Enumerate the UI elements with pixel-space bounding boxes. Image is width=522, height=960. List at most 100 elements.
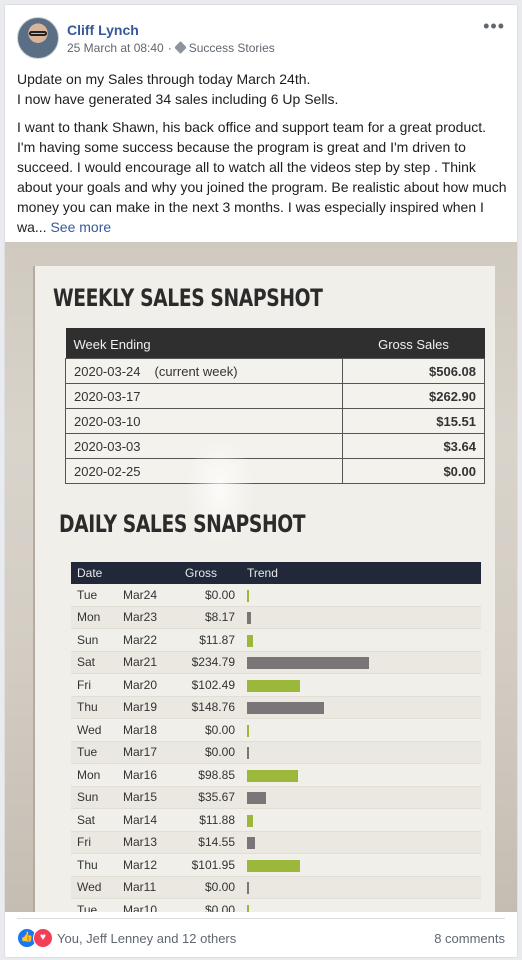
daily-trend-cell	[241, 741, 481, 764]
weekly-week-date: 2020-03-24	[74, 363, 141, 379]
reactions-names[interactable]: You, Jeff Lenney and 12 others	[57, 931, 236, 946]
daily-trend-cell	[241, 606, 481, 629]
weekly-amount-cell: $15.51	[342, 408, 485, 434]
weekly-header-row: Week Ending Gross Sales	[65, 328, 485, 359]
daily-trend-bar	[247, 679, 300, 692]
post-paragraph-2: I want to thank Shawn, his back office a…	[17, 117, 507, 237]
daily-row: Sun Mar15 $35.67	[71, 786, 481, 809]
photographed-screen: WEEKLY SALES SNAPSHOT Week Ending Gross …	[33, 266, 495, 912]
weekly-week-cell: 2020-02-25	[65, 458, 343, 484]
weekly-col-gross: Gross Sales	[342, 328, 485, 359]
daily-gross-cell: $102.49	[179, 673, 241, 697]
daily-date-cell: Mar14	[117, 808, 179, 832]
daily-trend-bar	[247, 882, 249, 895]
daily-gross-cell: $0.00	[179, 898, 241, 912]
post-line-2: I now have generated 34 sales including …	[17, 91, 339, 107]
daily-date-cell: Mar10	[117, 898, 179, 912]
daily-day-cell: Sat	[71, 808, 117, 832]
daily-day-cell: Tue	[71, 898, 117, 912]
post-photo[interactable]: WEEKLY SALES SNAPSHOT Week Ending Gross …	[5, 242, 517, 912]
daily-row: Sat Mar14 $11.88	[71, 808, 481, 832]
daily-trend-bar	[247, 634, 253, 647]
daily-trend-bar	[247, 769, 298, 782]
daily-trend-bar	[247, 702, 324, 715]
daily-gross-cell: $8.17	[179, 606, 241, 629]
daily-trend-cell	[241, 584, 481, 607]
weekly-amount-cell: $0.00	[342, 458, 485, 484]
tag-icon	[173, 41, 187, 54]
daily-day-cell: Fri	[71, 831, 117, 854]
daily-trend-cell	[241, 853, 481, 877]
daily-day-cell: Sun	[71, 628, 117, 652]
reactions-summary[interactable]: 👍 ♥ You, Jeff Lenney and 12 others	[17, 928, 236, 948]
daily-gross-cell: $0.00	[179, 741, 241, 764]
daily-day-cell: Tue	[71, 584, 117, 607]
comments-count[interactable]: 8 comments	[434, 931, 505, 946]
weekly-row: 2020-03-10 $15.51	[65, 408, 485, 434]
weekly-snapshot-title: WEEKLY SALES SNAPSHOT	[53, 284, 323, 312]
daily-gross-cell: $0.00	[179, 718, 241, 742]
daily-date-cell: Mar17	[117, 741, 179, 764]
daily-gross-cell: $98.85	[179, 763, 241, 787]
daily-day-cell: Thu	[71, 696, 117, 719]
daily-row: Sat Mar21 $234.79	[71, 651, 481, 674]
daily-sales-table: Date Gross Trend Tue Mar24 $0.00 Mon Mar23 $8…	[71, 562, 481, 912]
daily-date-cell: Mar19	[117, 696, 179, 719]
daily-gross-cell: $234.79	[179, 651, 241, 674]
weekly-week-cell: 2020-03-24 (current week)	[65, 358, 343, 384]
post-topic-link[interactable]: Success Stories	[189, 41, 275, 55]
weekly-week-cell: 2020-03-10	[65, 408, 343, 434]
author-avatar[interactable]	[17, 17, 59, 59]
daily-row: Tue Mar17 $0.00	[71, 741, 481, 764]
daily-day-cell: Wed	[71, 876, 117, 899]
weekly-amount-cell: $3.64	[342, 433, 485, 459]
daily-date-cell: Mar13	[117, 831, 179, 854]
weekly-row: 2020-03-17 $262.90	[65, 383, 485, 409]
daily-trend-cell	[241, 763, 481, 787]
daily-date-cell: Mar18	[117, 718, 179, 742]
daily-trend-cell	[241, 651, 481, 674]
author-name[interactable]: Cliff Lynch	[67, 22, 139, 38]
daily-row: Wed Mar18 $0.00	[71, 718, 481, 742]
daily-day-cell: Sun	[71, 786, 117, 809]
daily-date-cell: Mar23	[117, 606, 179, 629]
weekly-week-date: 2020-03-17	[74, 388, 141, 404]
weekly-week-note: (current week)	[154, 363, 238, 379]
daily-trend-cell	[241, 718, 481, 742]
daily-gross-cell: $35.67	[179, 786, 241, 809]
daily-date-cell: Mar21	[117, 651, 179, 674]
daily-trend-bar	[247, 589, 249, 602]
see-more-link[interactable]: See more	[50, 219, 111, 235]
daily-gross-cell: $101.95	[179, 853, 241, 877]
daily-col-trend: Trend	[241, 562, 481, 584]
daily-row: Fri Mar20 $102.49	[71, 673, 481, 697]
daily-row: Wed Mar11 $0.00	[71, 876, 481, 899]
daily-row: Mon Mar16 $98.85	[71, 763, 481, 787]
daily-trend-cell	[241, 898, 481, 912]
meta-separator: ·	[167, 41, 172, 55]
daily-date-cell: Mar16	[117, 763, 179, 787]
daily-trend-bar	[247, 814, 253, 827]
daily-date-cell: Mar24	[117, 584, 179, 607]
daily-row: Tue Mar10 $0.00	[71, 898, 481, 912]
daily-day-cell: Sat	[71, 651, 117, 674]
post-timestamp[interactable]: 25 March at 08:40	[67, 41, 164, 55]
daily-row: Thu Mar19 $148.76	[71, 696, 481, 719]
daily-gross-cell: $148.76	[179, 696, 241, 719]
weekly-row: 2020-02-25 $0.00	[65, 458, 485, 484]
post-text: Update on my Sales through today March 2…	[17, 69, 507, 245]
weekly-amount-cell: $262.90	[342, 383, 485, 409]
daily-day-cell: Tue	[71, 741, 117, 764]
daily-day-cell: Mon	[71, 763, 117, 787]
more-options-button[interactable]: •••	[483, 17, 505, 35]
daily-trend-bar	[247, 657, 369, 670]
daily-date-cell: Mar12	[117, 853, 179, 877]
daily-gross-cell: $11.87	[179, 628, 241, 652]
weekly-week-date: 2020-03-03	[74, 438, 141, 454]
daily-row: Sun Mar22 $11.87	[71, 628, 481, 652]
daily-col-date: Date	[71, 562, 179, 584]
daily-date-cell: Mar11	[117, 876, 179, 899]
daily-trend-cell	[241, 786, 481, 809]
daily-trend-bar	[247, 612, 251, 625]
post-paragraph-1: Update on my Sales through today March 2…	[17, 69, 507, 109]
